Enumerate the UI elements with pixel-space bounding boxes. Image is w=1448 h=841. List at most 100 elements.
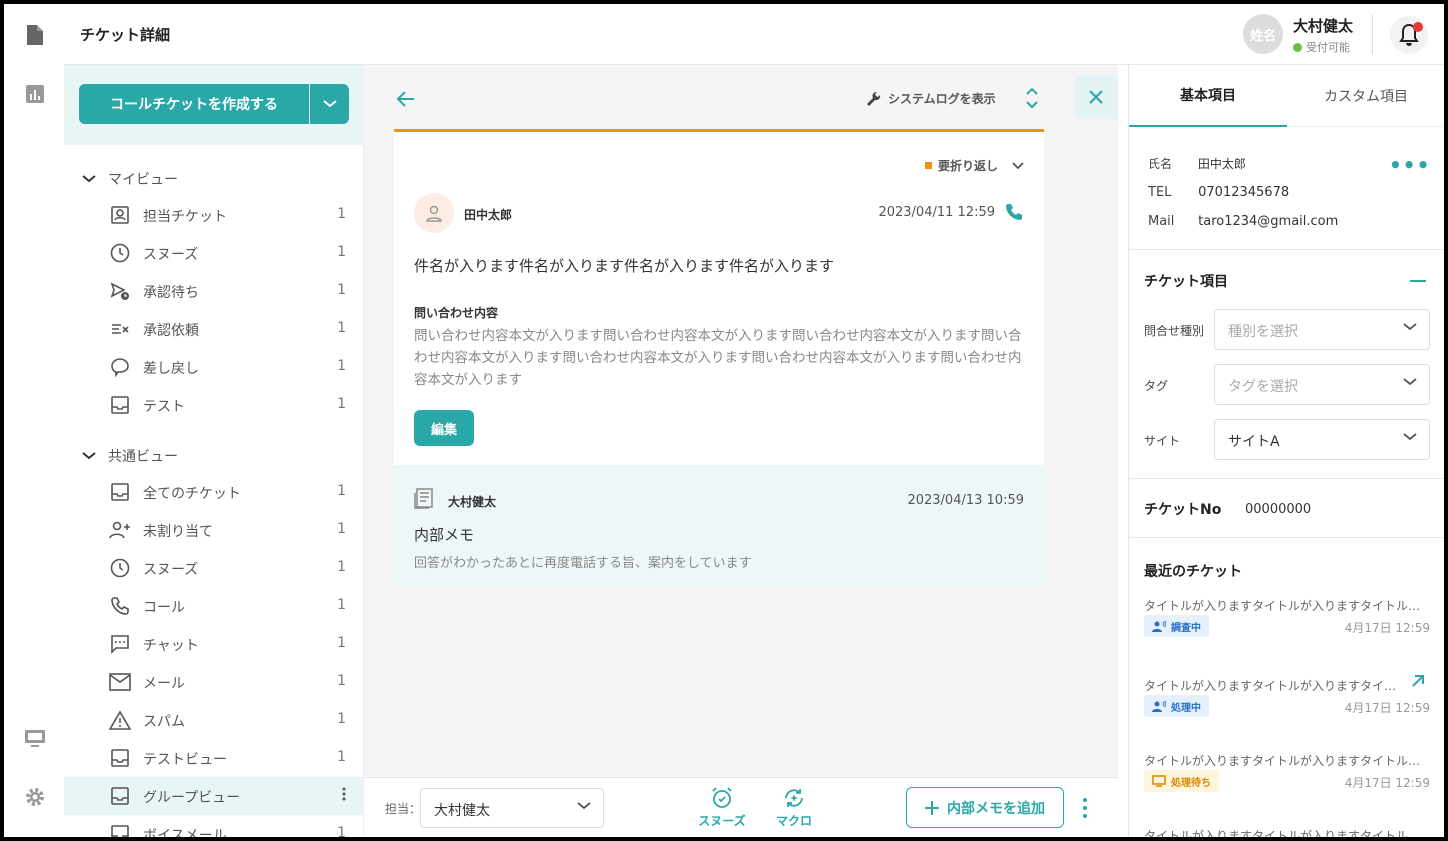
status-dot-icon [1293, 42, 1302, 52]
nav-item-snooze[interactable]: スヌーズ 1 [64, 234, 363, 272]
nav-item-approval-pending[interactable]: 承認待ち 1 [64, 272, 363, 310]
wrap-toggle[interactable]: 要折り返し [924, 157, 1024, 174]
macro-button[interactable]: マクロ [769, 786, 819, 832]
nav-item-spam[interactable]: スパム 1 [64, 701, 363, 739]
approval-pending-icon [109, 281, 131, 301]
left-nav: コールチケットを作成する マイビュー 担当チケット 1 スヌーズ 1 承認待ち … [64, 65, 364, 837]
phone-icon [109, 596, 131, 616]
tag-label: タグ [1144, 379, 1169, 393]
user-status[interactable]: 受付可能 [1293, 39, 1350, 55]
right-info-panel: 基本項目 カスタム項目 氏名 田中太郎 ••• TEL 07012345678 … [1128, 65, 1444, 837]
ticket-detail-panel: システムログを表示 要折り返し 田中太郎 2023/04/11 12:59 件名… [364, 65, 1118, 837]
notification-button[interactable] [1390, 16, 1428, 54]
back-button[interactable] [394, 87, 418, 111]
nav-item-test[interactable]: テスト 1 [64, 386, 363, 424]
mail-value: taro1234@gmail.com [1198, 214, 1339, 229]
snooze-button[interactable]: スヌーズ [697, 786, 747, 832]
expand-icon [1026, 87, 1038, 109]
user-status-label: 受付可能 [1306, 41, 1350, 54]
site-select[interactable]: サイトA [1214, 419, 1430, 460]
nav-item-mail[interactable]: メール 1 [64, 663, 363, 701]
assignee-select[interactable]: 大村健太 [420, 788, 604, 828]
report-icon[interactable] [22, 81, 48, 107]
recent-ticket-item[interactable]: タイトルが入りますタイトルが入りますタイトルが入ります 処理待ち 4月17日 1… [1144, 752, 1430, 792]
nav-item-approval-request[interactable]: 承認依頼 1 [64, 310, 363, 348]
snooze-label: スヌーズ [698, 814, 746, 828]
collapse-icon[interactable] [1410, 280, 1426, 282]
nav-item-menu-icon[interactable] [342, 787, 346, 801]
tab-basic-fields[interactable]: 基本項目 [1129, 65, 1287, 127]
nav-item-label: スパム [143, 714, 185, 730]
assignee-label: 担当： [385, 802, 422, 816]
assignee-value: 大村健太 [434, 803, 490, 819]
recent-ticket-item[interactable]: タイトルが入りますタイトルが入りますタイトルが入ります 調査中 4月17日 12… [1144, 597, 1430, 637]
customer-avatar [414, 193, 454, 233]
chevron-down-icon [577, 802, 591, 810]
site-label: サイト [1144, 434, 1181, 448]
settings-icon[interactable] [22, 784, 48, 810]
nav-item-label: 全てのチケット [143, 486, 241, 502]
nav-item-label: チャット [143, 638, 199, 654]
nav-item-all-tickets[interactable]: 全てのチケット 1 [64, 473, 363, 511]
customer-name[interactable]: 田中太郎 [464, 206, 512, 223]
nav-item-count: 1 [337, 749, 346, 765]
customer-more-icon[interactable]: ••• [1389, 153, 1430, 177]
person-icon [426, 205, 442, 222]
my-view-label: マイビュー [108, 172, 178, 188]
nav-item-label: 差し戻し [143, 361, 199, 377]
tab-custom-fields[interactable]: カスタム項目 [1287, 65, 1444, 127]
more-options-button[interactable] [1076, 796, 1094, 820]
recent-ticket-item[interactable]: タイトルが入りますタイトルが入りますタイトルが入ります [1144, 827, 1430, 837]
inquiry-label: 問い合わせ内容 [414, 306, 499, 320]
nav-item-count: 1 [337, 282, 346, 298]
clock-icon [109, 558, 131, 578]
mail-icon [109, 672, 131, 692]
chevron-down-icon [1012, 161, 1024, 169]
phone-icon[interactable] [1004, 202, 1024, 222]
shared-view-header[interactable]: 共通ビュー [82, 446, 178, 466]
tel-value: 07012345678 [1198, 185, 1290, 200]
my-view-header[interactable]: マイビュー [82, 169, 178, 189]
status-label: 処理待ち [1171, 777, 1211, 789]
close-panel-button[interactable] [1074, 75, 1118, 119]
document-icon[interactable] [22, 22, 48, 48]
arrow-left-icon [396, 91, 414, 107]
nav-item-assigned-tickets[interactable]: 担当チケット 1 [64, 196, 363, 234]
approval-request-icon [109, 319, 131, 339]
nav-item-count: 1 [337, 635, 346, 651]
nav-item-count: 1 [337, 358, 346, 374]
nav-item-chat[interactable]: チャット 1 [64, 625, 363, 663]
avatar[interactable]: 姓名 [1243, 14, 1283, 54]
inquiry-type-select[interactable]: 種別を選択 [1214, 309, 1430, 350]
nav-item-unassigned[interactable]: 未割り当て 1 [64, 511, 363, 549]
tel-label: TEL [1148, 185, 1172, 200]
system-log-link[interactable]: システムログを表示 [866, 90, 996, 107]
recent-ticket-title: タイトルが入りますタイトルが入りますタイトルが入ります [1144, 599, 1430, 613]
nav-item-call[interactable]: コール 1 [64, 587, 363, 625]
nav-item-group-view[interactable]: グループビュー [64, 777, 363, 815]
recent-ticket-item[interactable]: タイトルが入りますタイトルが入りますタイトルが入ります 処理中 4月17日 12… [1144, 675, 1430, 717]
nav-item-label: グループビュー [143, 790, 241, 806]
nav-item-label: スヌーズ [143, 247, 199, 263]
nav-item-test-view[interactable]: テストビュー 1 [64, 739, 363, 777]
create-ticket-dropdown-button[interactable] [310, 84, 349, 124]
nav-item-voicemail[interactable]: ボイスメール 1 [64, 815, 363, 837]
app-frame: チケット詳細 姓名 大村健太 受付可能 コールチケットを作成する マイビュー 担… [4, 4, 1444, 837]
icon-rail [4, 4, 64, 837]
edit-button[interactable]: 編集 [414, 410, 474, 446]
nav-item-label: 担当チケット [143, 209, 227, 225]
tag-select[interactable]: タグを選択 [1214, 364, 1430, 405]
nav-item-count: 1 [337, 673, 346, 689]
monitor-icon[interactable] [22, 726, 48, 752]
create-call-ticket-button[interactable]: コールチケットを作成する [79, 84, 309, 124]
nav-item-label: コール [143, 600, 185, 616]
recent-ticket-date: 4月17日 12:59 [1344, 621, 1430, 635]
nav-item-sendback[interactable]: 差し戻し 1 [64, 348, 363, 386]
nav-item-shared-snooze[interactable]: スヌーズ 1 [64, 549, 363, 587]
arrow-up-right-icon[interactable] [1410, 673, 1426, 689]
chevron-down-icon [322, 100, 337, 108]
inbox-icon [109, 824, 131, 837]
expand-collapse-button[interactable] [1022, 85, 1042, 111]
status-label: 処理中 [1171, 702, 1201, 714]
add-internal-memo-button[interactable]: 内部メモを追加 [906, 787, 1064, 828]
